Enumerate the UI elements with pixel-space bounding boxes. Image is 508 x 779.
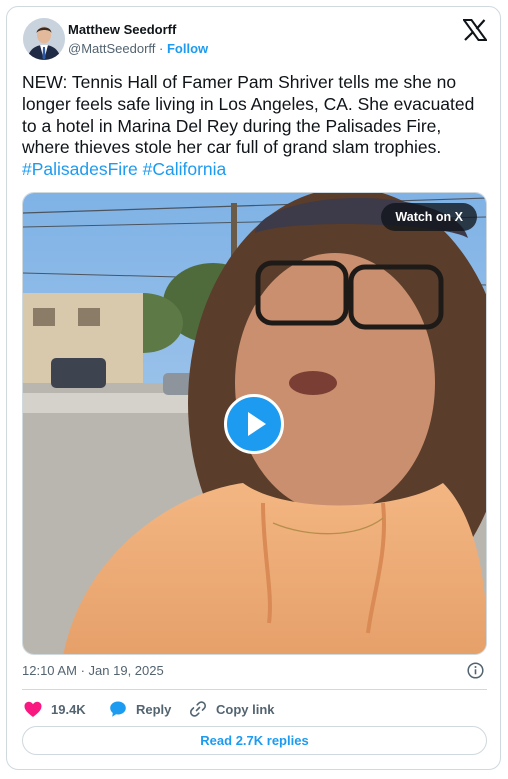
- tweet-timestamp[interactable]: 12:10 AM · Jan 19, 2025: [22, 663, 164, 678]
- follow-button[interactable]: Follow: [167, 41, 208, 56]
- author-handle[interactable]: @MattSeedorff: [68, 41, 155, 56]
- author-name[interactable]: Matthew Seedorff: [68, 22, 176, 37]
- author-avatar[interactable]: [23, 18, 65, 60]
- copy-link-button[interactable]: Copy link: [189, 699, 275, 719]
- reply-bubble-icon: [110, 701, 126, 717]
- hashtag-link[interactable]: #PalisadesFire: [22, 159, 138, 179]
- watch-on-x-button[interactable]: Watch on X: [381, 203, 477, 231]
- play-icon: [248, 412, 266, 436]
- tweet-time: 12:10 AM: [22, 663, 77, 678]
- play-button[interactable]: [224, 394, 284, 454]
- handle-separator: ·: [159, 41, 164, 56]
- info-icon[interactable]: [467, 662, 484, 679]
- divider: [22, 689, 487, 690]
- tweet-card: Matthew Seedorff @MattSeedorff · Follow …: [6, 6, 501, 770]
- heart-icon: [24, 701, 42, 717]
- tweet-text: NEW: Tennis Hall of Famer Pam Shriver te…: [22, 72, 484, 181]
- read-replies-button[interactable]: Read 2.7K replies: [22, 726, 487, 755]
- author-handle-row: @MattSeedorff · Follow: [68, 41, 208, 56]
- tweet-body: NEW: Tennis Hall of Famer Pam Shriver te…: [22, 72, 475, 158]
- reply-button[interactable]: Reply: [109, 699, 171, 719]
- x-logo-icon[interactable]: [462, 19, 488, 41]
- tweet-date: Jan 19, 2025: [88, 663, 164, 678]
- copy-link-label: Copy link: [216, 701, 275, 717]
- like-button[interactable]: 19.4K: [24, 699, 86, 719]
- like-count: 19.4K: [51, 701, 86, 717]
- video-thumbnail[interactable]: Watch on X: [22, 192, 487, 655]
- link-icon: [189, 701, 207, 717]
- reply-label: Reply: [136, 701, 172, 717]
- timestamp-separator: ·: [80, 663, 85, 678]
- hashtag-link[interactable]: #California: [143, 159, 227, 179]
